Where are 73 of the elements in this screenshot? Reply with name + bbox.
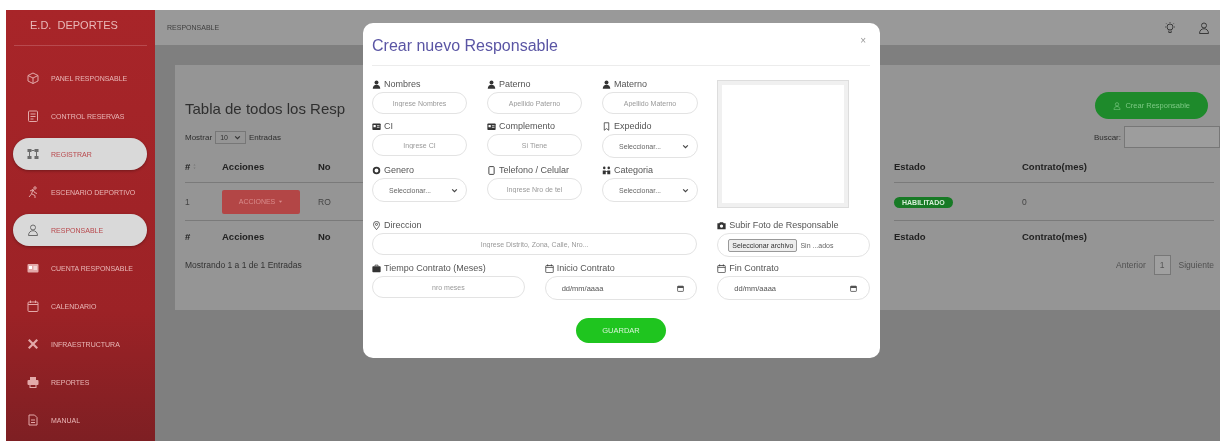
column-footer: Acciones bbox=[222, 230, 318, 242]
field-label: Telefono / Celular bbox=[499, 165, 570, 175]
calendar-icon bbox=[850, 284, 857, 292]
column-header[interactable]: Contrato(mes) bbox=[1022, 161, 1087, 172]
people-icon bbox=[602, 165, 611, 175]
table-cell: RO bbox=[318, 196, 331, 207]
next-link[interactable]: Siguiente bbox=[1178, 260, 1214, 270]
column-footer: No bbox=[318, 230, 331, 242]
lightbulb-icon bbox=[1164, 21, 1176, 34]
field-label: Genero bbox=[384, 165, 415, 175]
table-cell-text: 1 bbox=[185, 196, 191, 207]
camera-icon bbox=[717, 220, 727, 230]
field-label: Fin Contrato bbox=[729, 263, 779, 273]
modal-title: Crear nuevo Responsable bbox=[372, 36, 558, 55]
field-label: Tiempo Contrato (Meses) bbox=[384, 263, 486, 273]
caret-icon bbox=[278, 199, 284, 204]
bookmark-icon bbox=[602, 121, 611, 131]
id-card-icon bbox=[487, 121, 496, 131]
field-label: Nombres bbox=[384, 79, 421, 89]
column-footer: Estado bbox=[894, 230, 1022, 242]
calendar-icon bbox=[717, 263, 727, 273]
column-header[interactable]: Acciones bbox=[222, 161, 318, 172]
runner-icon bbox=[27, 186, 39, 198]
field-label: Expedido bbox=[614, 121, 652, 131]
document-icon bbox=[27, 110, 39, 122]
field-label: Direccion bbox=[384, 220, 422, 230]
cube-icon bbox=[27, 72, 39, 84]
field-label: Categoria bbox=[614, 165, 654, 175]
column-header[interactable]: Estado bbox=[894, 161, 1022, 172]
search-label: Buscar: bbox=[1093, 132, 1121, 142]
column-footer: # bbox=[185, 230, 222, 242]
table-title: Tabla de todos los Resp bbox=[185, 100, 346, 117]
previous-link[interactable]: Anterior bbox=[1116, 260, 1146, 270]
search-field[interactable] bbox=[1124, 126, 1220, 148]
column-header[interactable]: # bbox=[185, 161, 191, 172]
calendar-icon bbox=[677, 284, 685, 292]
table-cell: 0 bbox=[1022, 196, 1027, 207]
close-button[interactable]: × bbox=[856, 33, 870, 48]
printer-icon bbox=[27, 376, 39, 388]
field-label: Complemento bbox=[499, 121, 556, 131]
column-header[interactable]: No bbox=[318, 161, 331, 172]
tools-icon bbox=[27, 338, 39, 350]
field-label: CI bbox=[384, 121, 393, 131]
field-label: Inicio Contrato bbox=[556, 263, 615, 273]
entries-label: Entradas bbox=[248, 132, 281, 142]
user-icon bbox=[372, 79, 381, 89]
field-label: Subir Foto de Responsable bbox=[729, 220, 839, 230]
id-card-icon bbox=[372, 121, 381, 131]
ring-icon bbox=[372, 165, 381, 175]
calendar-icon bbox=[544, 263, 554, 273]
user-icon bbox=[487, 79, 496, 89]
column-footer: Contrato(mes) bbox=[1022, 230, 1087, 242]
show-label: Mostrar bbox=[185, 132, 213, 142]
calendar-icon bbox=[27, 300, 39, 312]
user-circle-icon bbox=[27, 224, 39, 236]
user-icon bbox=[602, 79, 611, 89]
briefcase-icon bbox=[372, 263, 381, 273]
chevron-icon bbox=[451, 186, 458, 194]
file-icon bbox=[27, 414, 39, 426]
id-card-icon bbox=[27, 262, 39, 274]
entries-info: Mostrando 1 a 1 de 1 Entradas bbox=[185, 260, 302, 270]
map-pin-icon bbox=[372, 220, 381, 230]
chevron-icon bbox=[682, 142, 689, 150]
network-icon bbox=[27, 148, 39, 160]
chevron-icon bbox=[682, 186, 689, 194]
user-icon bbox=[1198, 21, 1210, 34]
field-label: Materno bbox=[614, 79, 648, 89]
field-label: Paterno bbox=[499, 79, 531, 89]
phone-icon bbox=[487, 165, 496, 175]
chevron-icon bbox=[233, 133, 241, 141]
brand-title: E.D. DEPORTES bbox=[14, 10, 147, 46]
page-button[interactable]: 1 bbox=[1153, 255, 1171, 275]
user-icon bbox=[1113, 101, 1122, 110]
